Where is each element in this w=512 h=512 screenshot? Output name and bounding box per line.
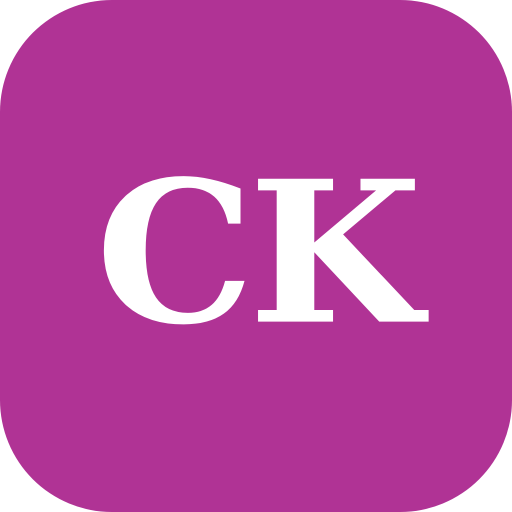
app-icon-tile[interactable]: CK xyxy=(0,0,512,512)
app-icon-monogram: CK xyxy=(95,138,422,369)
icon-canvas: CK xyxy=(0,0,512,512)
